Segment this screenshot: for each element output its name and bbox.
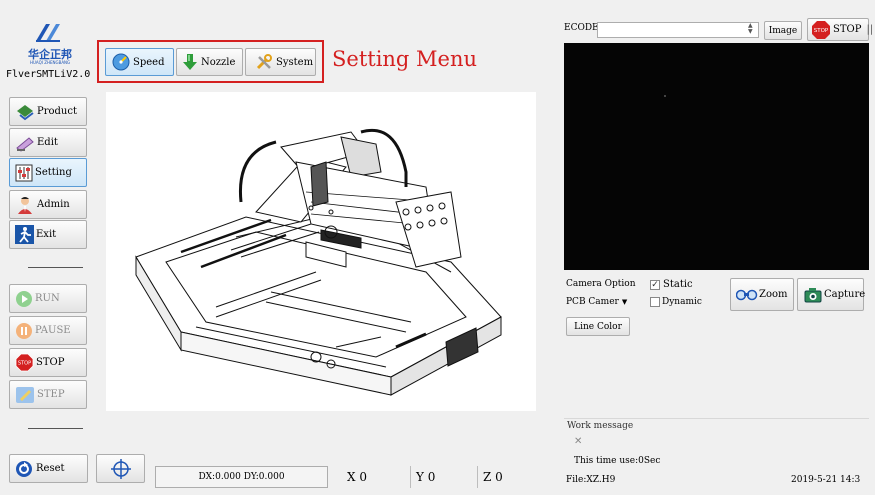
camera-select[interactable]: PCB Camer ▼ (566, 294, 628, 310)
top-stop-label: STOP (833, 24, 862, 35)
tab-system[interactable]: System (245, 48, 316, 76)
tab-speed-label: Speed (133, 56, 165, 68)
camera-noise-dot (664, 95, 666, 97)
dynamic-checkbox[interactable] (650, 297, 660, 307)
ecode-label: ECODE: (564, 23, 602, 33)
run-button[interactable]: RUN (9, 284, 87, 313)
sidebar-divider (28, 267, 83, 268)
datetime: 2019-5-21 14:3 (791, 475, 861, 485)
sidebar-item-setting[interactable]: Setting (9, 158, 87, 187)
step-icon (15, 386, 35, 404)
pause-bars-icon: || (866, 24, 874, 35)
setting-menu-annotation: Setting Menu (332, 47, 478, 71)
chevron-down-icon: ▼ (621, 298, 628, 306)
tab-nozzle-label: Nozzle (201, 56, 236, 68)
sidebar-item-setting-label: Setting (35, 167, 72, 178)
brand-logo (34, 21, 62, 45)
camera-view[interactable] (564, 43, 869, 270)
stop-button-label: STOP (36, 357, 65, 368)
stop-sign-icon: STOP (15, 353, 34, 372)
tab-nozzle[interactable]: Nozzle (176, 48, 243, 76)
play-icon (15, 290, 33, 308)
admin-user-icon (15, 195, 35, 215)
zoom-binoculars-icon (735, 288, 758, 302)
edit-pencil-icon (15, 134, 35, 152)
run-button-label: RUN (35, 293, 60, 304)
stop-sign-icon: STOP (811, 20, 831, 40)
capture-button[interactable]: Capture (797, 278, 866, 311)
sidebar-item-edit[interactable]: Edit (9, 128, 87, 157)
static-checkbox[interactable]: ✓ (650, 280, 660, 290)
reset-button-label: Reset (36, 463, 65, 474)
capture-button-label: Capture (824, 289, 866, 300)
work-message-title: Work message (567, 421, 634, 431)
speedometer-icon (112, 53, 130, 71)
x-position: X 0 (347, 470, 367, 484)
settings-sliders-icon (15, 164, 33, 182)
dx-dy-readout: DX:0.000 DY:0.000 (155, 466, 328, 488)
pause-button[interactable]: PAUSE (9, 316, 87, 345)
sidebar-item-edit-label: Edit (37, 137, 58, 148)
zoom-button-label: Zoom (759, 289, 788, 300)
ecode-input[interactable] (597, 22, 759, 38)
product-board-icon (15, 103, 35, 121)
top-stop-button[interactable]: STOP STOP || (807, 18, 873, 41)
exit-door-icon (15, 225, 34, 244)
step-button-label: STEP (37, 389, 65, 400)
machine-image-panel (106, 92, 536, 411)
sidebar-item-exit[interactable]: Exit (9, 220, 87, 249)
y-position: Y 0 (416, 470, 436, 484)
tools-icon (255, 53, 273, 71)
pause-icon (15, 322, 33, 340)
svg-text:STOP: STOP (814, 28, 829, 34)
line-color-button[interactable]: Line Color (566, 317, 630, 336)
pick-and-place-machine-drawing (135, 129, 502, 396)
camera-option-label: Camera Option (566, 279, 636, 289)
crosshair-icon (110, 458, 132, 480)
camera-select-value: PCB Camer (566, 297, 619, 307)
file-name: File:XZ.H9 (566, 475, 616, 485)
static-checkbox-label: Static (663, 279, 693, 290)
work-time-used: This time use:0Sec (574, 456, 661, 466)
reset-icon (15, 460, 33, 478)
reset-button[interactable]: Reset (9, 454, 88, 483)
dynamic-checkbox-label: Dynamic (662, 297, 702, 307)
sidebar-item-admin[interactable]: Admin (9, 190, 87, 219)
app-version: FlverSMTLiV2.0 (6, 69, 91, 80)
sidebar-divider-bottom (28, 428, 83, 429)
stop-button[interactable]: STOP STOP (9, 348, 87, 377)
z-position: Z 0 (483, 470, 503, 484)
zoom-button[interactable]: Zoom (730, 278, 794, 311)
nozzle-arrow-icon (182, 53, 198, 71)
work-message-close-icon[interactable]: ✕ (574, 436, 582, 447)
brand-name-en: HUAQI ZHENGBANG (30, 60, 71, 65)
tab-speed[interactable]: Speed (105, 48, 174, 76)
sidebar-item-admin-label: Admin (37, 199, 70, 210)
y-box-divider (477, 466, 478, 488)
sidebar-item-product[interactable]: Product (9, 97, 87, 126)
step-button[interactable]: STEP (9, 380, 87, 409)
camera-icon (804, 287, 822, 303)
tab-system-label: System (276, 56, 314, 68)
image-button[interactable]: Image (764, 21, 802, 40)
x-box-divider (410, 466, 411, 488)
pause-button-label: PAUSE (35, 325, 71, 336)
sidebar-item-exit-label: Exit (36, 229, 57, 240)
svg-text:STOP: STOP (18, 361, 31, 367)
locate-button[interactable] (96, 454, 145, 483)
sidebar-item-product-label: Product (37, 106, 77, 117)
ecode-spin-icon[interactable]: ▲ ▼ (748, 23, 753, 35)
